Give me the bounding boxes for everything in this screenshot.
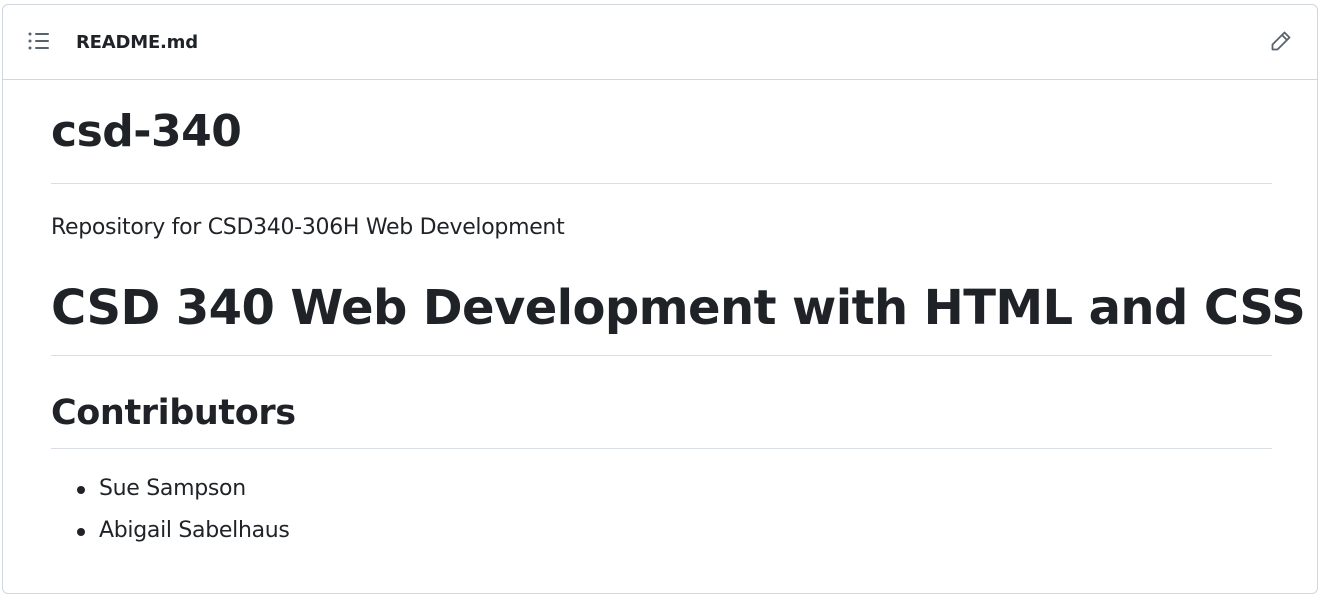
course-heading: CSD 340 Web Development with HTML and CS… [51, 280, 1306, 336]
edit-file-button[interactable] [1269, 31, 1293, 55]
list-item: Abigail Sabelhaus [51, 516, 290, 558]
list-item: Sue Sampson [51, 474, 290, 516]
readme-file-name: README.md [76, 32, 198, 53]
bullet-icon [77, 528, 85, 536]
pencil-icon [1270, 30, 1292, 56]
repo-description: Repository for CSD340-306H Web Developme… [51, 215, 565, 240]
readme-header: README.md [3, 5, 1317, 80]
list-unordered-icon [28, 31, 50, 55]
heading-divider [51, 448, 1272, 449]
readme-panel: README.md csd-340 Repository for CSD340-… [2, 4, 1318, 594]
contributor-name: Abigail Sabelhaus [99, 518, 290, 543]
contributors-heading: Contributors [51, 393, 296, 433]
bullet-icon [77, 486, 85, 494]
heading-divider [51, 355, 1272, 356]
table-of-contents-button[interactable] [27, 32, 51, 54]
heading-divider [51, 183, 1272, 184]
contributors-list: Sue Sampson Abigail Sabelhaus [51, 474, 290, 558]
contributor-name: Sue Sampson [99, 476, 246, 501]
repo-title-heading: csd-340 [51, 106, 242, 157]
